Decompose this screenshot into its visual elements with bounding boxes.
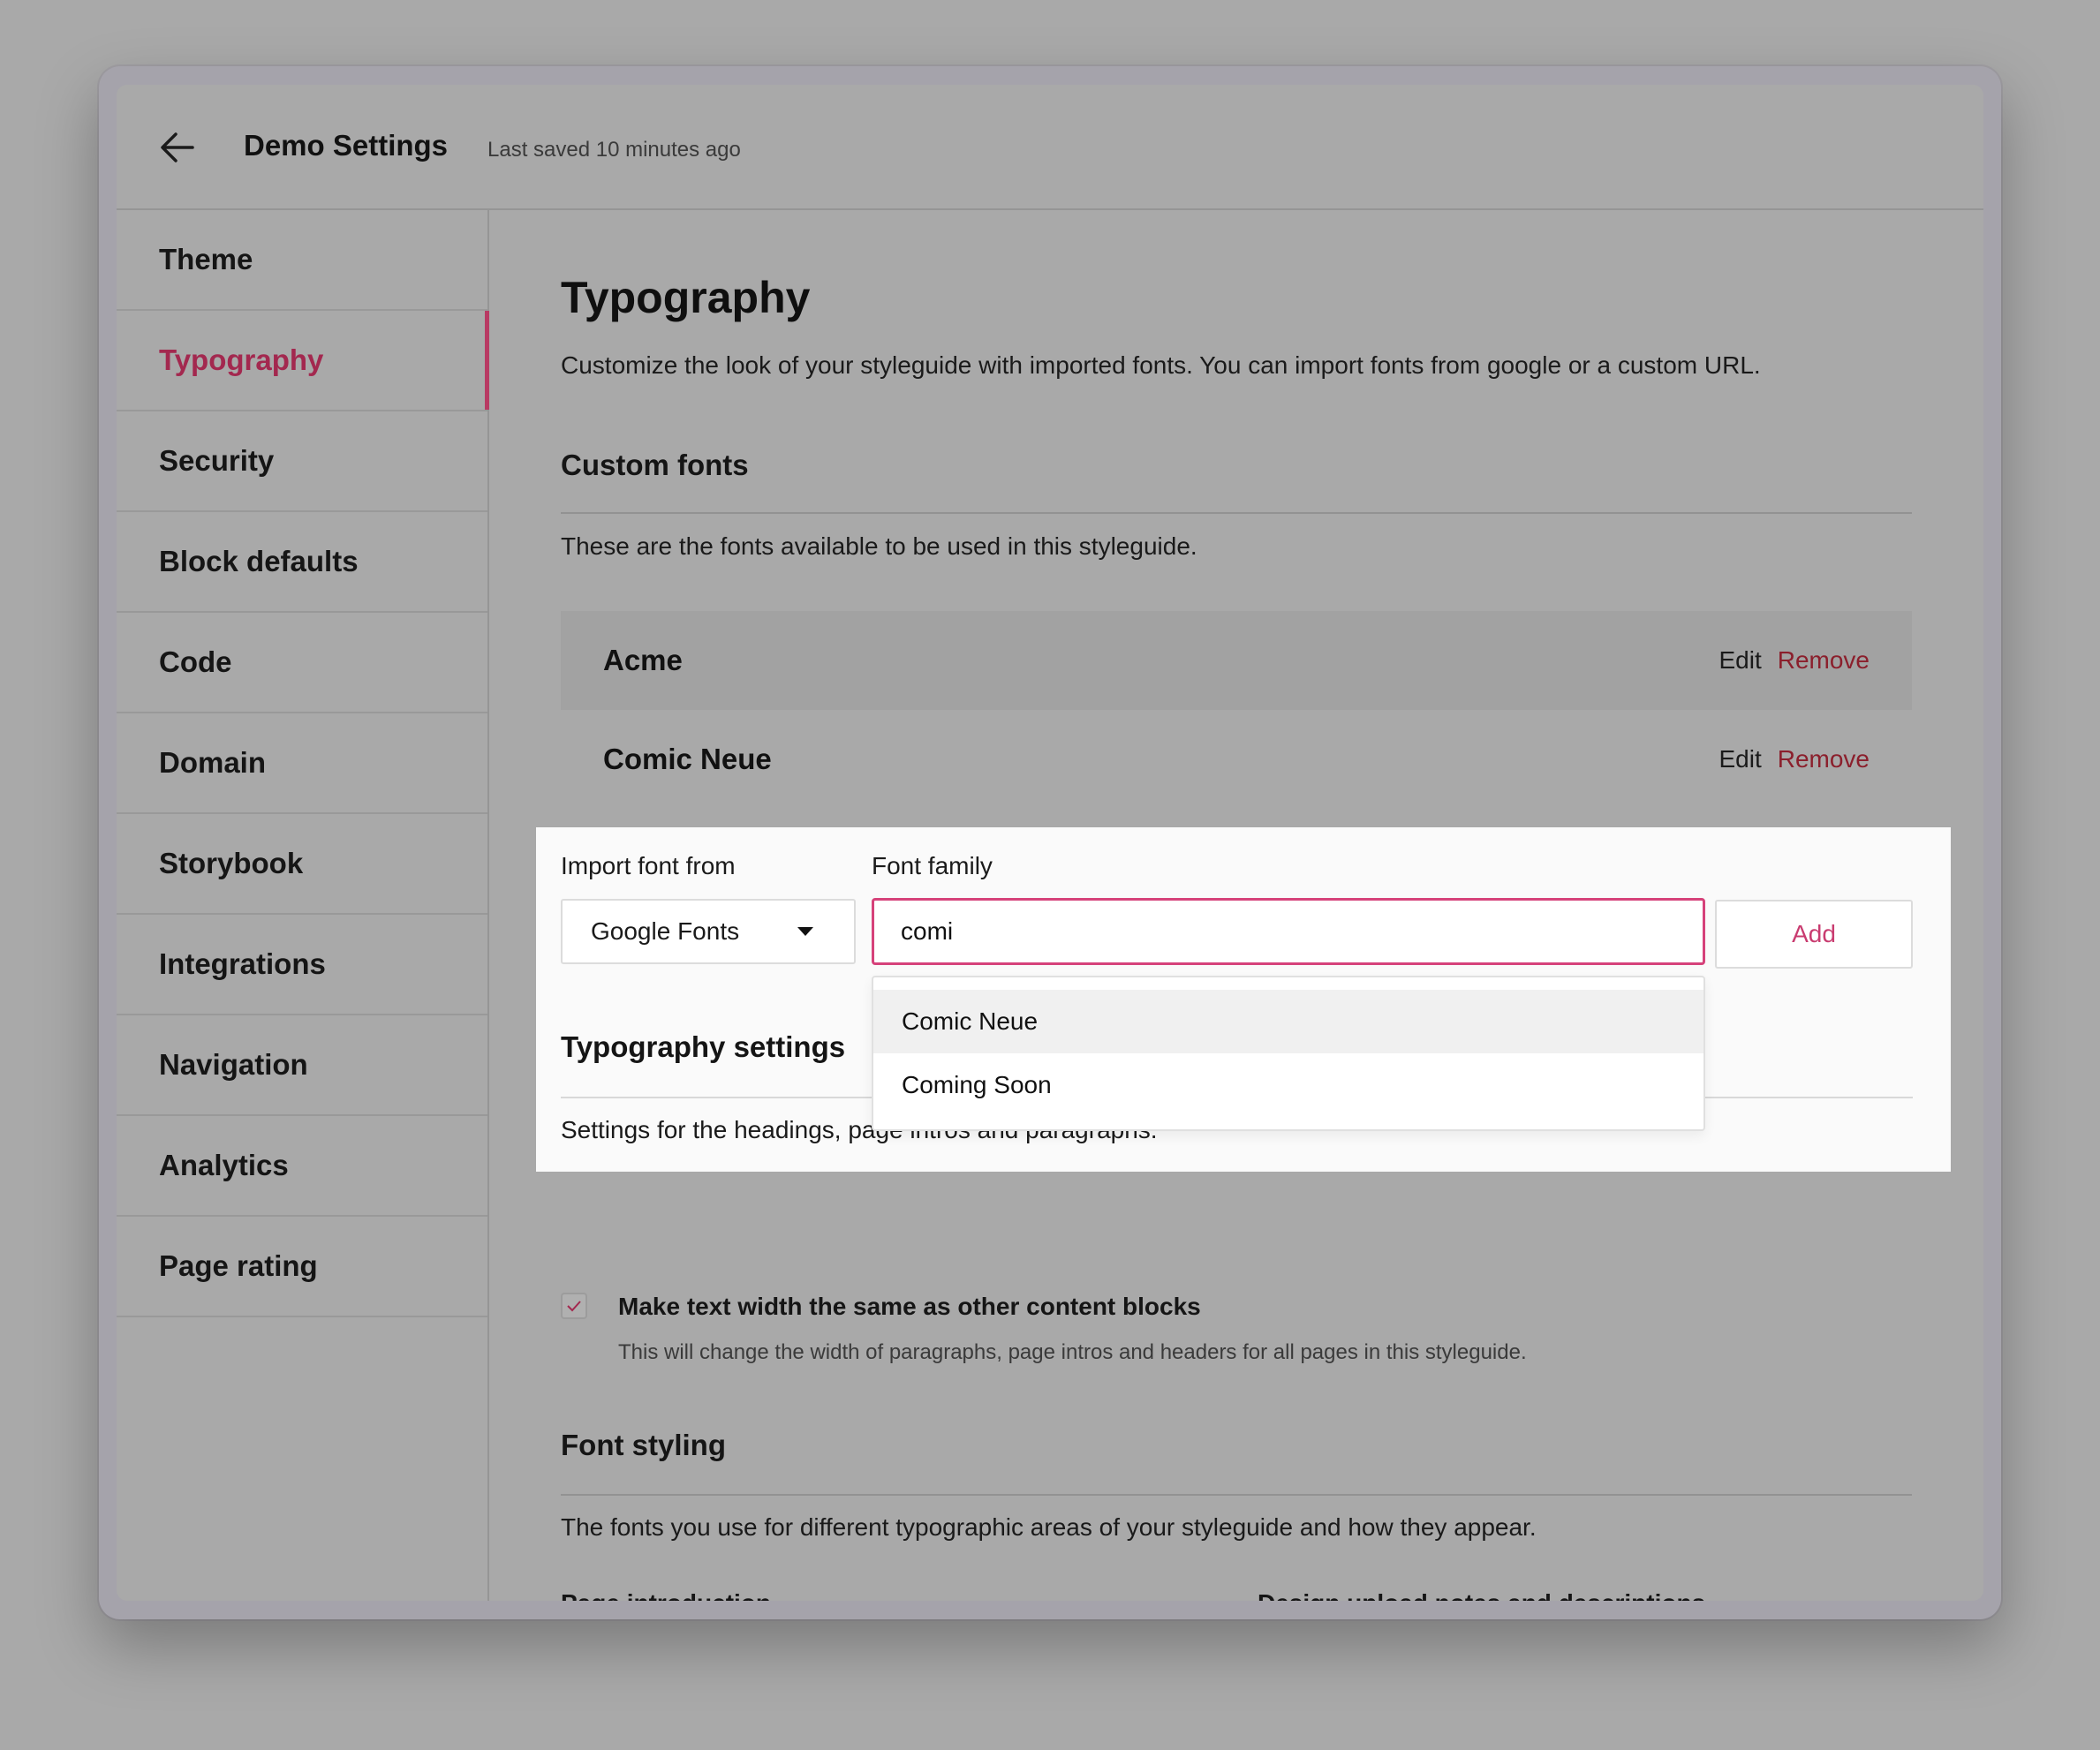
edit-font-link[interactable]: Edit [1719, 745, 1761, 773]
import-source-label: Import font from [561, 852, 736, 879]
import-source-select[interactable]: Google Fonts [561, 899, 856, 964]
sidebar-item-code[interactable]: Code [117, 613, 487, 713]
header: Demo Settings Last saved 10 minutes ago [117, 85, 1983, 210]
back-button[interactable] [157, 127, 198, 168]
caret-down-icon [797, 927, 813, 936]
font-row-comic-neue: Comic Neue Edit Remove [561, 710, 1912, 809]
design-notes-label: Design upload notes and descriptions [1258, 1589, 1705, 1601]
edit-font-link[interactable]: Edit [1719, 646, 1761, 675]
remove-font-link[interactable]: Remove [1778, 646, 1870, 675]
page-description: Customize the look of your styleguide wi… [561, 351, 1761, 379]
font-styling-description: The fonts you use for different typograp… [561, 1513, 1537, 1541]
custom-fonts-divider [561, 512, 1912, 514]
sidebar-item-block-defaults[interactable]: Block defaults [117, 512, 487, 613]
sidebar-item-navigation[interactable]: Navigation [117, 1015, 487, 1116]
add-font-button[interactable]: Add [1715, 900, 1913, 969]
font-name: Comic Neue [603, 743, 772, 775]
sidebar-item-security[interactable]: Security [117, 411, 487, 512]
text-width-help: This will change the width of paragraphs… [618, 1340, 1527, 1364]
app-title: Demo Settings [244, 129, 449, 162]
font-row-acme: Acme Edit Remove [561, 611, 1912, 710]
sidebar-item-domain[interactable]: Domain [117, 713, 487, 814]
typography-settings-title: Typography settings [561, 1030, 846, 1063]
remove-font-link[interactable]: Remove [1778, 745, 1870, 773]
font-family-label: Font family [872, 852, 993, 879]
suggestion-coming-soon[interactable]: Coming Soon [873, 1053, 1703, 1117]
text-width-label: Make text width the same as other conten… [618, 1293, 1201, 1320]
suggestion-comic-neue[interactable]: Comic Neue [873, 990, 1703, 1053]
last-saved-text: Last saved 10 minutes ago [487, 138, 741, 162]
sidebar-item-storybook[interactable]: Storybook [117, 814, 487, 915]
custom-fonts-title: Custom fonts [561, 449, 749, 481]
font-name: Acme [603, 644, 683, 676]
sidebar-item-integrations[interactable]: Integrations [117, 915, 487, 1015]
font-styling-divider [561, 1494, 1912, 1496]
font-suggestions-dropdown: Comic Neue Coming Soon [872, 976, 1705, 1131]
import-source-value: Google Fonts [591, 917, 740, 945]
arrow-left-icon [161, 132, 194, 162]
sidebar-item-theme[interactable]: Theme [117, 210, 487, 311]
custom-fonts-description: These are the fonts available to be used… [561, 532, 1197, 560]
import-font-panel: Import font from Font family Google Font… [536, 827, 1951, 1172]
font-family-input[interactable] [872, 898, 1705, 965]
page-title: Typography [561, 273, 811, 322]
page-introduction-label: Page introduction [561, 1589, 771, 1601]
text-width-checkbox[interactable] [561, 1293, 587, 1319]
sidebar: Theme Typography Security Block defaults… [117, 210, 489, 1601]
sidebar-item-page-rating[interactable]: Page rating [117, 1217, 487, 1317]
sidebar-item-analytics[interactable]: Analytics [117, 1116, 487, 1217]
font-styling-title: Font styling [561, 1429, 726, 1461]
sidebar-item-typography[interactable]: Typography [117, 311, 489, 411]
check-icon [567, 1301, 581, 1312]
